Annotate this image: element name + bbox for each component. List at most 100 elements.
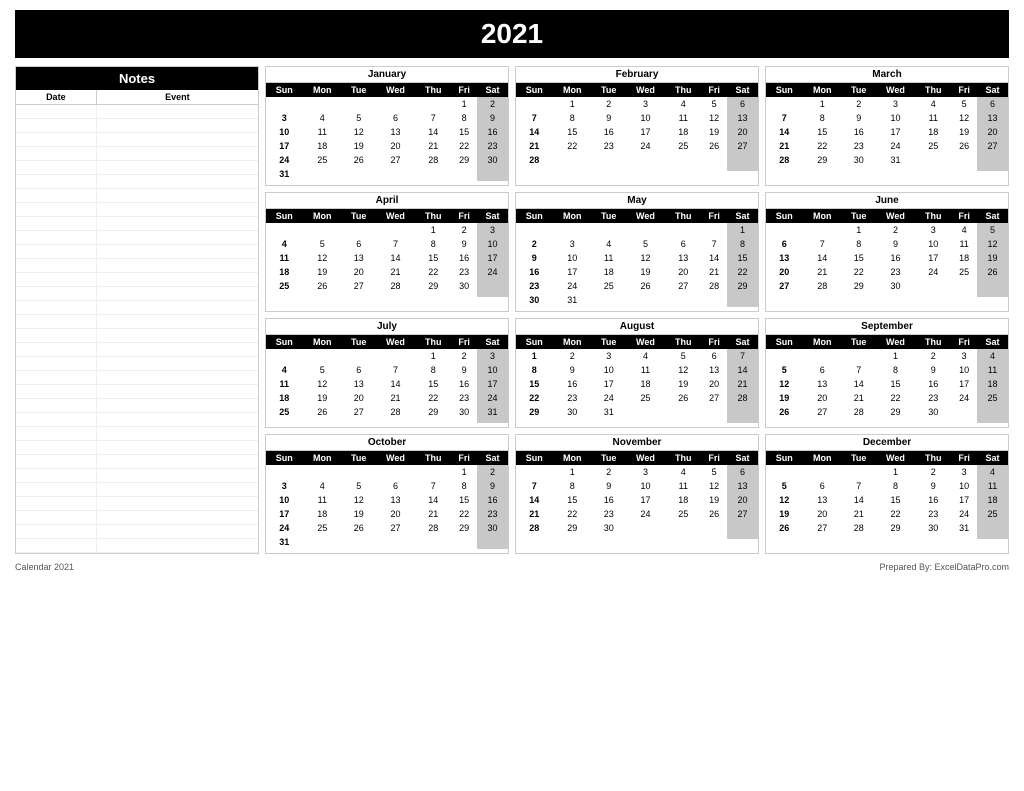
cal-day[interactable]: 4 bbox=[625, 349, 665, 363]
cal-day[interactable]: 17 bbox=[916, 251, 952, 265]
cal-day[interactable]: 10 bbox=[951, 479, 977, 493]
cal-day[interactable]: 9 bbox=[592, 479, 625, 493]
cal-day[interactable]: 19 bbox=[342, 507, 375, 521]
cal-day[interactable]: 2 bbox=[477, 97, 508, 111]
cal-day[interactable]: 8 bbox=[516, 363, 553, 377]
notes-date-cell[interactable] bbox=[16, 483, 97, 496]
cal-day[interactable]: 15 bbox=[875, 377, 915, 391]
cal-day[interactable]: 20 bbox=[375, 507, 415, 521]
cal-day[interactable]: 13 bbox=[727, 479, 758, 493]
cal-day[interactable]: 25 bbox=[916, 139, 952, 153]
cal-day[interactable]: 26 bbox=[766, 405, 803, 419]
cal-day[interactable]: 16 bbox=[477, 125, 508, 139]
cal-day[interactable]: 19 bbox=[766, 391, 803, 405]
notes-event-cell[interactable] bbox=[97, 203, 258, 216]
cal-day[interactable]: 6 bbox=[701, 349, 727, 363]
cal-day[interactable]: 29 bbox=[416, 405, 452, 419]
cal-day[interactable]: 15 bbox=[416, 251, 452, 265]
cal-day[interactable]: 26 bbox=[701, 507, 727, 521]
cal-day[interactable]: 9 bbox=[875, 237, 915, 251]
cal-day[interactable]: 7 bbox=[375, 237, 415, 251]
notes-event-cell[interactable] bbox=[97, 385, 258, 398]
cal-day[interactable]: 6 bbox=[803, 479, 842, 493]
cal-day[interactable]: 25 bbox=[951, 265, 977, 279]
cal-day[interactable]: 28 bbox=[727, 391, 758, 405]
cal-day[interactable]: 1 bbox=[416, 223, 452, 237]
cal-day[interactable]: 2 bbox=[451, 223, 477, 237]
cal-day[interactable]: 21 bbox=[727, 377, 758, 391]
cal-day[interactable]: 5 bbox=[766, 479, 803, 493]
cal-day[interactable]: 28 bbox=[701, 279, 727, 293]
cal-day[interactable]: 4 bbox=[266, 363, 303, 377]
cal-day[interactable]: 29 bbox=[451, 153, 477, 167]
cal-day[interactable]: 27 bbox=[375, 153, 415, 167]
notes-event-cell[interactable] bbox=[97, 455, 258, 468]
cal-day[interactable]: 12 bbox=[625, 251, 665, 265]
cal-day[interactable]: 24 bbox=[477, 265, 508, 279]
cal-day[interactable]: 21 bbox=[842, 507, 875, 521]
cal-day[interactable]: 31 bbox=[266, 535, 303, 549]
notes-event-cell[interactable] bbox=[97, 315, 258, 328]
cal-day[interactable]: 7 bbox=[516, 111, 553, 125]
notes-event-cell[interactable] bbox=[97, 231, 258, 244]
cal-day[interactable]: 6 bbox=[766, 237, 803, 251]
cal-day[interactable]: 31 bbox=[875, 153, 915, 167]
cal-day[interactable]: 28 bbox=[842, 521, 875, 535]
cal-day[interactable]: 2 bbox=[516, 237, 553, 251]
cal-day[interactable]: 8 bbox=[875, 479, 915, 493]
cal-day[interactable]: 7 bbox=[701, 237, 727, 251]
notes-event-cell[interactable] bbox=[97, 525, 258, 538]
cal-day[interactable]: 14 bbox=[375, 377, 415, 391]
cal-day[interactable]: 2 bbox=[592, 465, 625, 479]
cal-day[interactable]: 27 bbox=[803, 521, 842, 535]
cal-day[interactable]: 15 bbox=[553, 493, 592, 507]
notes-date-cell[interactable] bbox=[16, 511, 97, 524]
cal-day[interactable]: 21 bbox=[416, 507, 452, 521]
cal-day[interactable]: 19 bbox=[303, 265, 342, 279]
cal-day[interactable]: 28 bbox=[803, 279, 842, 293]
cal-day[interactable]: 18 bbox=[303, 139, 342, 153]
cal-day[interactable]: 1 bbox=[842, 223, 875, 237]
cal-day[interactable]: 27 bbox=[803, 405, 842, 419]
cal-day[interactable]: 22 bbox=[451, 139, 477, 153]
cal-day[interactable]: 26 bbox=[342, 521, 375, 535]
cal-day[interactable]: 1 bbox=[451, 97, 477, 111]
cal-day[interactable]: 10 bbox=[477, 237, 508, 251]
cal-day[interactable]: 21 bbox=[516, 507, 553, 521]
cal-day[interactable]: 17 bbox=[625, 493, 665, 507]
notes-date-cell[interactable] bbox=[16, 231, 97, 244]
cal-day[interactable]: 26 bbox=[625, 279, 665, 293]
notes-date-cell[interactable] bbox=[16, 371, 97, 384]
cal-day[interactable]: 9 bbox=[451, 363, 477, 377]
cal-day[interactable]: 5 bbox=[342, 111, 375, 125]
cal-day[interactable]: 7 bbox=[842, 479, 875, 493]
cal-day[interactable]: 16 bbox=[516, 265, 553, 279]
notes-date-cell[interactable] bbox=[16, 175, 97, 188]
cal-day[interactable]: 10 bbox=[592, 363, 625, 377]
cal-day[interactable]: 23 bbox=[516, 279, 553, 293]
notes-date-cell[interactable] bbox=[16, 469, 97, 482]
cal-day[interactable]: 19 bbox=[951, 125, 977, 139]
cal-day[interactable]: 4 bbox=[977, 349, 1008, 363]
cal-day[interactable]: 29 bbox=[516, 405, 553, 419]
notes-event-cell[interactable] bbox=[97, 511, 258, 524]
cal-day[interactable]: 11 bbox=[625, 363, 665, 377]
cal-day[interactable]: 30 bbox=[916, 405, 952, 419]
cal-day[interactable]: 16 bbox=[916, 493, 952, 507]
cal-day[interactable]: 25 bbox=[266, 405, 303, 419]
cal-day[interactable]: 7 bbox=[727, 349, 758, 363]
notes-date-cell[interactable] bbox=[16, 525, 97, 538]
cal-day[interactable]: 31 bbox=[951, 521, 977, 535]
cal-day[interactable]: 29 bbox=[842, 279, 875, 293]
cal-day[interactable]: 20 bbox=[977, 125, 1008, 139]
notes-event-cell[interactable] bbox=[97, 427, 258, 440]
cal-day[interactable]: 10 bbox=[266, 125, 303, 139]
cal-day[interactable]: 24 bbox=[875, 139, 915, 153]
cal-day[interactable]: 4 bbox=[303, 111, 342, 125]
cal-day[interactable]: 23 bbox=[451, 391, 477, 405]
cal-day[interactable]: 4 bbox=[916, 97, 952, 111]
cal-day[interactable]: 16 bbox=[451, 377, 477, 391]
cal-day[interactable]: 14 bbox=[375, 251, 415, 265]
cal-day[interactable]: 24 bbox=[916, 265, 952, 279]
notes-date-cell[interactable] bbox=[16, 301, 97, 314]
